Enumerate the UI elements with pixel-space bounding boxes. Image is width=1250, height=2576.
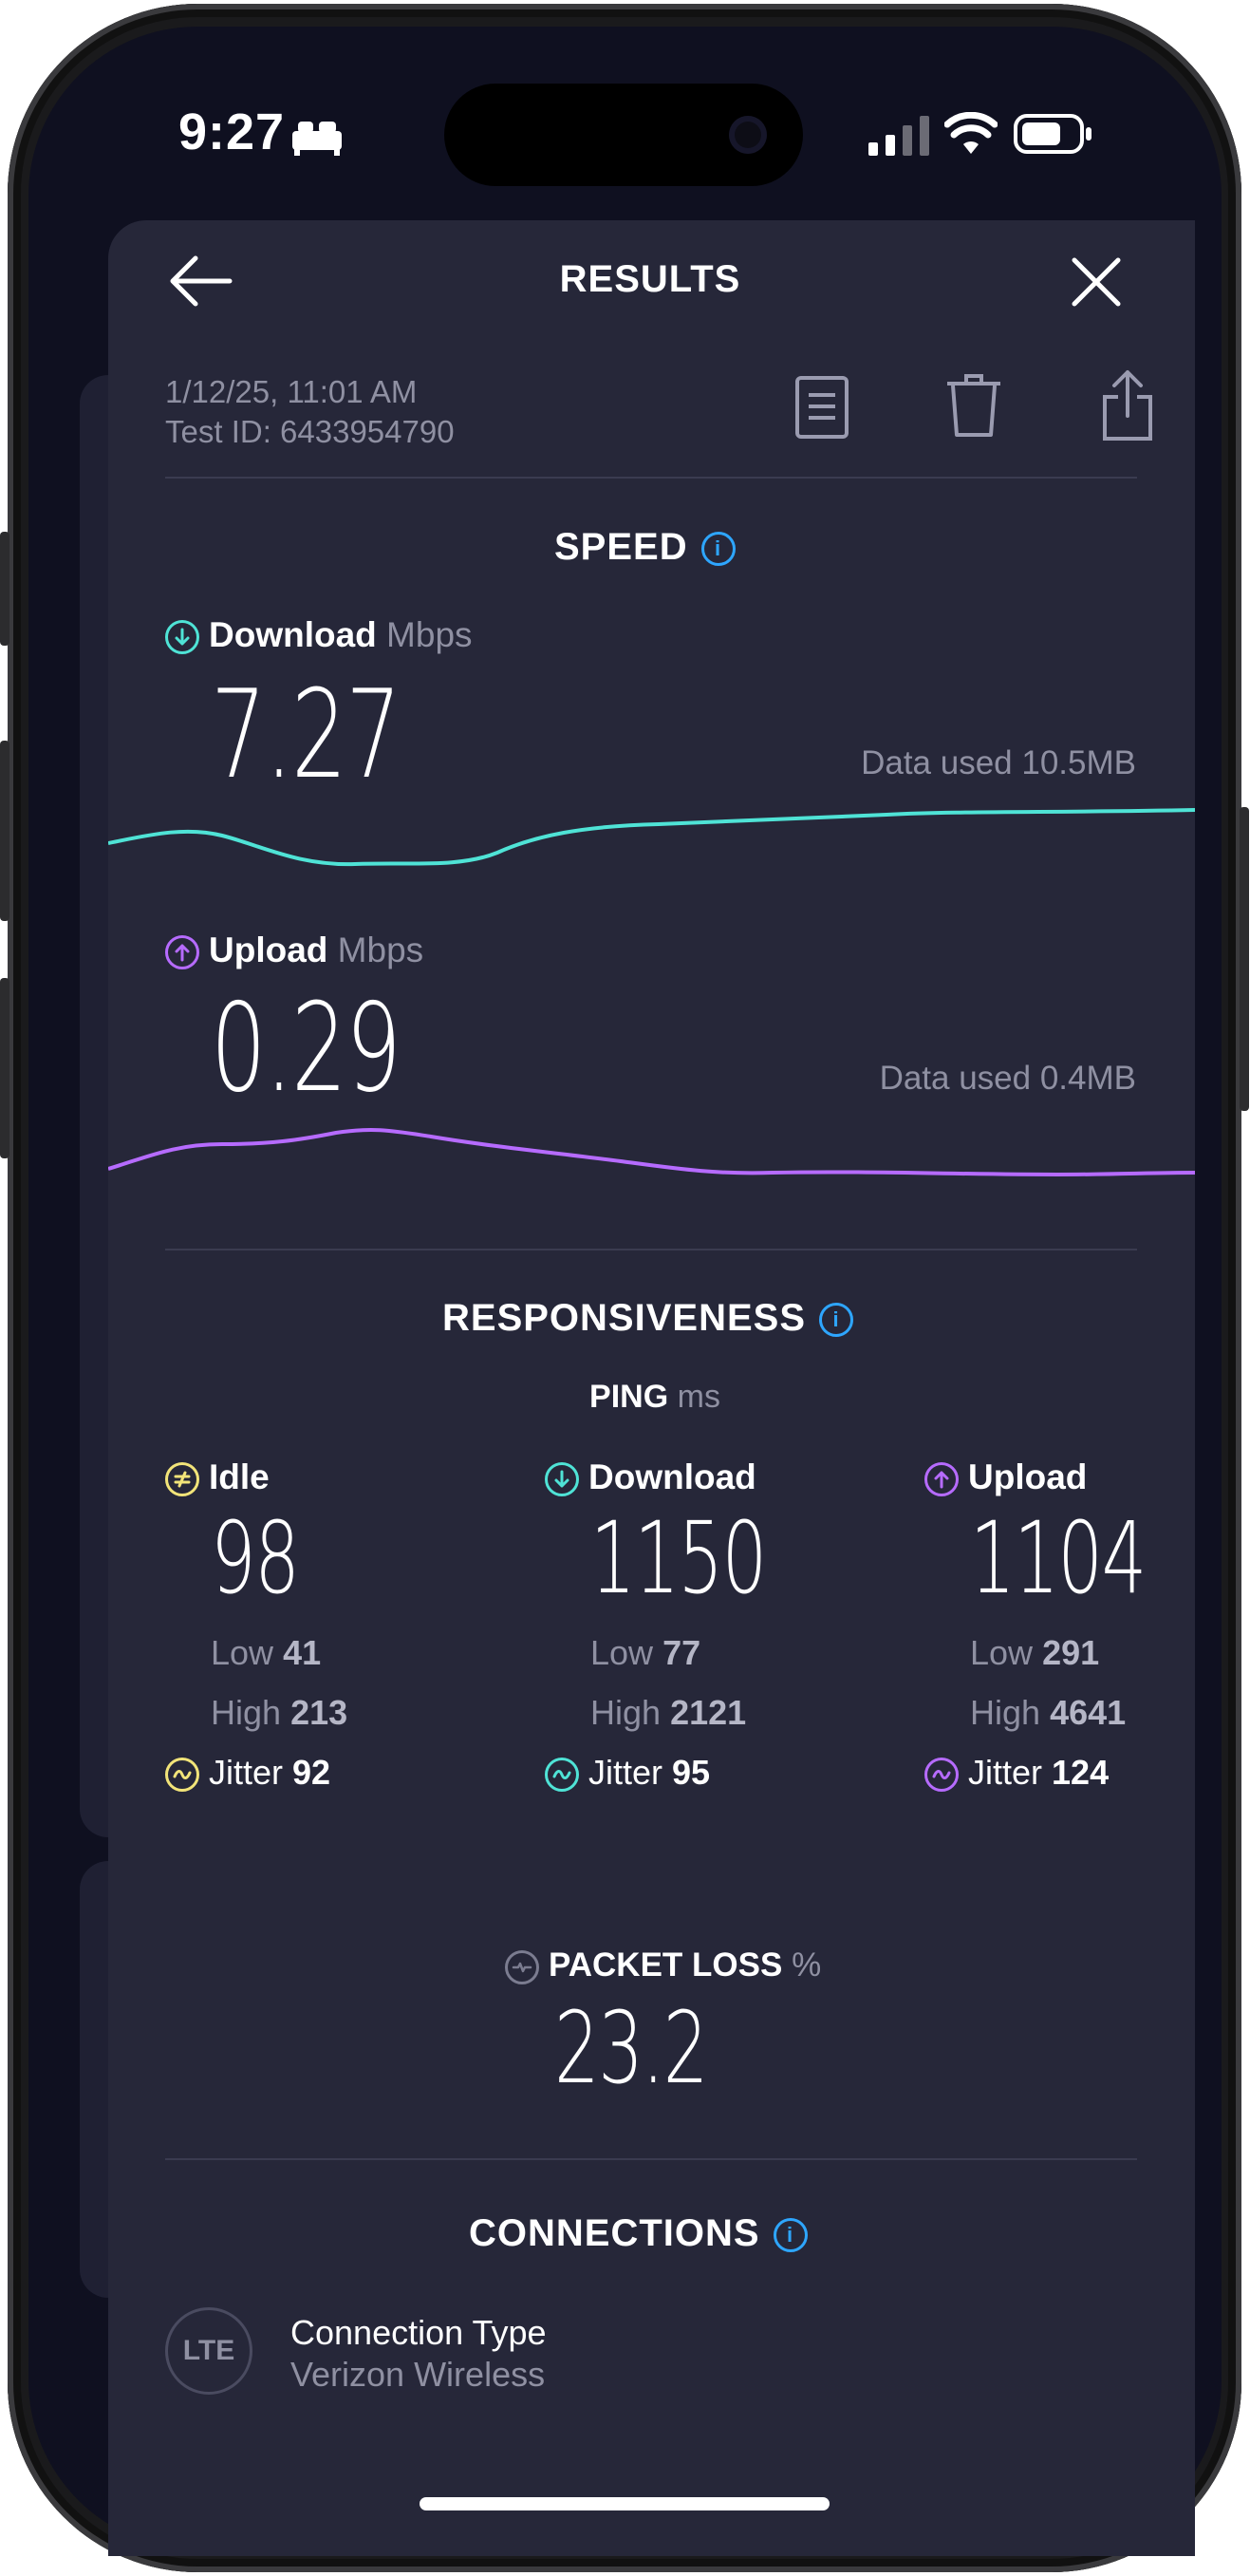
upload-speed-value: 0.29 — [211, 978, 401, 1119]
download-unit: Mbps — [386, 615, 473, 654]
idle-low-label: Low — [211, 1633, 274, 1672]
idle-jitter-label: Jitter — [209, 1753, 284, 1792]
upload-high-label: High — [970, 1693, 1041, 1732]
idle-high-value: 213 — [290, 1693, 348, 1732]
download-high-label: High — [590, 1693, 662, 1732]
download-data-used: Data used 10.5MB — [861, 744, 1136, 781]
upload-jitter: Jitter 124 — [924, 1753, 1109, 1793]
back-arrow-icon[interactable] — [167, 253, 233, 310]
divider — [165, 1249, 1137, 1250]
power-button — [1240, 807, 1249, 1111]
home-indicator[interactable] — [420, 2497, 830, 2510]
jitter-icon — [924, 1758, 959, 1793]
upload-label: Upload — [209, 931, 328, 969]
divider — [165, 2158, 1137, 2160]
upload-arrow-icon — [924, 1462, 959, 1497]
download-low-label: Low — [590, 1633, 654, 1672]
jitter-icon — [165, 1758, 199, 1793]
speed-section-title: SPEED i — [554, 526, 736, 569]
trash-icon[interactable] — [945, 372, 1002, 441]
ping-upload-label: Upload — [968, 1457, 1088, 1496]
download-ping-value: 1150 — [590, 1500, 767, 1616]
upload-low: Low 291 — [970, 1633, 1099, 1673]
page-title: RESULTS — [559, 258, 741, 300]
connection-provider: Verizon Wireless — [290, 2355, 546, 2394]
download-high: High 2121 — [590, 1693, 746, 1733]
upload-data-used: Data used 0.4MB — [879, 1060, 1136, 1097]
upload-ping-value: 1104 — [970, 1500, 1147, 1616]
upload-jitter-value: 124 — [1052, 1753, 1110, 1792]
info-icon[interactable]: i — [819, 1303, 854, 1338]
packet-loss-value: 23.2 — [554, 1990, 708, 2106]
speed-title-text: SPEED — [554, 526, 688, 568]
battery-icon — [1014, 114, 1091, 154]
download-speed-value: 7.27 — [211, 665, 401, 806]
idle-label: Idle — [209, 1457, 270, 1496]
action-button — [0, 532, 9, 646]
volume-down-button — [0, 978, 9, 1158]
upload-low-value: 291 — [1042, 1633, 1100, 1672]
ping-download-label-row: Download — [545, 1457, 756, 1497]
idle-jitter: Jitter 92 — [165, 1753, 330, 1793]
packet-loss-unit: % — [792, 1946, 822, 1984]
connections-title-text: CONNECTIONS — [469, 2212, 760, 2254]
document-icon[interactable] — [793, 374, 850, 441]
download-label-row: Download Mbps — [165, 615, 473, 655]
ping-label: PING — [589, 1379, 669, 1415]
idle-jitter-value: 92 — [292, 1753, 331, 1792]
download-jitter-label: Jitter — [588, 1753, 663, 1792]
ping-upload-label-row: Upload — [924, 1457, 1087, 1497]
info-icon[interactable]: i — [773, 2218, 808, 2253]
download-arrow-icon — [545, 1462, 579, 1497]
upload-label-row: Upload Mbps — [165, 931, 423, 970]
responsiveness-section-title: RESPONSIVENESS i — [442, 1297, 854, 1340]
idle-icon — [165, 1462, 199, 1497]
packet-loss-label: PACKET LOSS — [549, 1946, 783, 1984]
info-icon[interactable]: i — [700, 532, 736, 567]
upload-unit: Mbps — [337, 931, 424, 969]
volume-up-button — [0, 741, 9, 921]
divider — [165, 477, 1137, 479]
upload-jitter-label: Jitter — [968, 1753, 1043, 1792]
ping-unit: ms — [677, 1379, 720, 1415]
download-arrow-icon — [165, 620, 199, 655]
idle-label-row: Idle — [165, 1457, 270, 1497]
download-low-value: 77 — [662, 1633, 701, 1672]
wifi-icon — [944, 112, 998, 154]
jitter-icon — [545, 1758, 579, 1793]
packet-loss-label-row: PACKET LOSS % — [505, 1946, 821, 1984]
upload-speed-graph — [108, 1128, 1195, 1177]
download-jitter-value: 95 — [672, 1753, 711, 1792]
upload-low-label: Low — [970, 1633, 1034, 1672]
download-high-value: 2121 — [670, 1693, 747, 1732]
upload-high-value: 4641 — [1050, 1693, 1127, 1732]
idle-low: Low 41 — [211, 1633, 321, 1673]
upload-arrow-icon — [165, 935, 199, 970]
test-id: Test ID: 6433954790 — [165, 414, 455, 449]
idle-high: High 213 — [211, 1693, 347, 1733]
ping-label-row: PING ms — [532, 1379, 778, 1416]
connections-section-title: CONNECTIONS i — [469, 2212, 808, 2255]
packet-loss-icon — [505, 1949, 539, 1984]
share-icon[interactable] — [1101, 368, 1154, 442]
front-camera — [729, 116, 767, 154]
download-jitter: Jitter 95 — [545, 1753, 710, 1793]
upload-high: High 4641 — [970, 1693, 1126, 1733]
responsiveness-title-text: RESPONSIVENESS — [442, 1297, 807, 1339]
download-speed-graph — [108, 808, 1195, 867]
download-low: Low 77 — [590, 1633, 700, 1673]
idle-ping-value: 98 — [211, 1500, 300, 1616]
ping-download-label: Download — [588, 1457, 756, 1496]
cellular-signal-icon — [868, 116, 929, 156]
download-label: Download — [209, 615, 377, 654]
test-date: 1/12/25, 11:01 AM — [165, 374, 418, 409]
close-icon[interactable] — [1071, 256, 1122, 308]
lte-badge-icon: LTE — [165, 2307, 252, 2395]
connection-type-label: Connection Type — [290, 2313, 547, 2352]
idle-low-value: 41 — [283, 1633, 322, 1672]
sleep-focus-icon — [292, 122, 342, 156]
status-time: 9:27 — [178, 103, 286, 160]
idle-high-label: High — [211, 1693, 282, 1732]
